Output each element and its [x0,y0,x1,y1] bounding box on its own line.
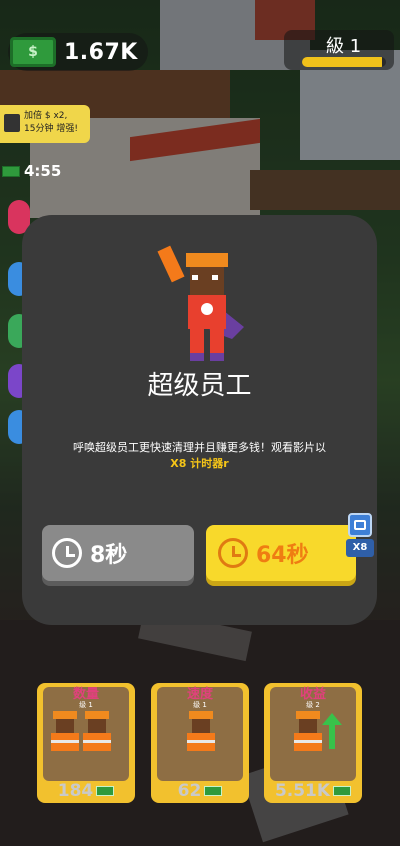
cash-icon [204,786,223,796]
upgrade-card-income[interactable]: 收益 级 2 5.51K [264,683,362,803]
level-progress-bar [302,57,386,67]
boost-timer: 4:55 [2,162,61,180]
cash-display: $ 1.67K [8,33,148,71]
cash-icon [2,165,20,177]
clock-icon [52,538,82,568]
description-highlight: X8 计时器r [170,457,229,470]
super-employee-hero [157,245,244,361]
card-cost: 5.51K [264,781,362,801]
card-level: 级 1 [79,701,93,709]
upgrade-card-quantity[interactable]: 数量 级 1 184 [37,683,135,803]
card-cost-value: 184 [57,781,94,801]
card-cost-value: 5.51K [274,781,331,801]
worker-icon [83,711,111,755]
card-level: 级 2 [306,701,320,709]
arrow-up-icon [322,713,342,749]
upgrade-card-speed[interactable]: 速度 级 1 62 [151,683,249,803]
ad-button-label: 64秒 [256,543,309,568]
card-cost: 62 [151,781,249,801]
card-cost-value: 62 [177,781,202,801]
boost-line1: 加倍 $ x2, [24,111,68,121]
timer-value: 4:55 [24,162,62,180]
description-text: 呼唤超级员工更快速清理并且赚更多钱！观看影片以 [73,441,326,454]
super-employee-dialog: 超级员工 呼唤超级员工更快速清理并且赚更多钱！观看影片以 X8 计时器r 8秒 … [22,215,377,625]
modal-description: 呼唤超级员工更快速清理并且赚更多钱！观看影片以 X8 计时器r [42,440,357,472]
free-button-label: 8秒 [90,543,128,568]
worker-icon [294,711,322,755]
video-icon [348,513,372,537]
video-ad-icon [4,114,20,132]
level-label: 級 1 [326,36,362,57]
level-progress-fill [302,57,382,67]
cash-icon [333,786,352,796]
x8-video-badge: X8 [346,513,374,559]
x8-label: X8 [346,539,374,557]
level-display: 級 1 [284,30,394,70]
cash-icon [96,786,115,796]
modal-title: 超级员工 [147,371,252,401]
boost-line2: 15分钟 增强! [24,124,78,134]
clock-icon [218,538,248,568]
cash-value: 1.67K [64,39,138,65]
card-cost: 184 [37,781,135,801]
watch-ad-64s-button[interactable]: 64秒 [206,525,356,581]
card-level: 级 1 [193,701,207,709]
worker-icon [51,711,79,755]
free-8s-button[interactable]: 8秒 [42,525,194,581]
double-cash-boost[interactable]: 加倍 $ x2, 15分钟 增强! [0,105,90,143]
cash-icon: $ [10,37,56,67]
worker-icon [187,711,215,755]
